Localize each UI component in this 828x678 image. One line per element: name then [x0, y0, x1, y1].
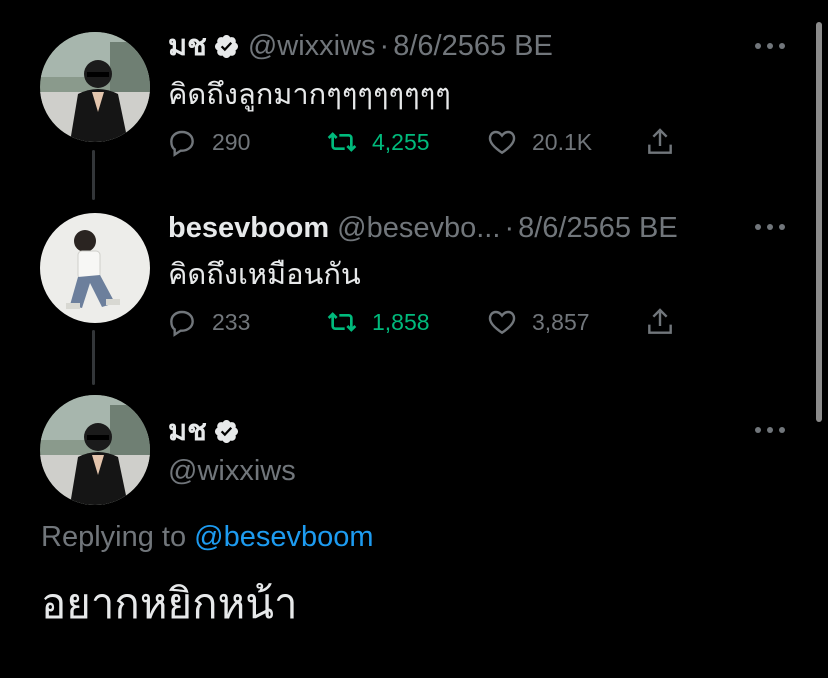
more-icon[interactable] — [753, 425, 787, 435]
avatar[interactable] — [40, 213, 150, 323]
replying-mention-link[interactable]: @besevboom — [194, 521, 373, 553]
handle[interactable]: @wixxiws — [168, 453, 296, 489]
avatar[interactable] — [40, 395, 150, 505]
reply-icon — [170, 130, 194, 157]
handle[interactable]: @besevbo... — [337, 210, 500, 246]
tweet-header: มช @wixxiws · 8/6/2565 BE — [168, 28, 553, 64]
retweet-count: 4,255 — [372, 128, 430, 155]
like-button[interactable]: 3,857 — [486, 306, 590, 338]
avatar[interactable] — [40, 32, 150, 142]
share-icon — [648, 308, 672, 334]
like-icon — [488, 310, 516, 335]
focused-tweet-text: อยากหยิกหน้า — [41, 580, 298, 627]
retweet-count: 1,858 — [372, 308, 430, 335]
reply-count: 290 — [212, 128, 251, 155]
more-icon[interactable] — [753, 41, 787, 51]
share-button[interactable] — [644, 126, 676, 158]
thread-line — [92, 150, 95, 200]
thread-line — [92, 330, 95, 385]
reply-icon — [170, 310, 194, 337]
tweet-actions: 233 1,858 3,857 — [166, 306, 686, 346]
display-name[interactable]: มช — [168, 413, 207, 449]
reply-button[interactable]: 290 — [166, 126, 250, 158]
more-icon[interactable] — [753, 222, 787, 232]
like-count: 3,857 — [532, 308, 590, 335]
display-name[interactable]: มช — [168, 28, 207, 64]
reply-count: 233 — [212, 308, 251, 335]
replying-to: Replying to @besevboom — [41, 521, 374, 554]
share-button[interactable] — [644, 306, 676, 338]
tweet-text: คิดถึงเหมือนกัน — [168, 259, 361, 291]
timestamp[interactable]: 8/6/2565 BE — [393, 28, 553, 64]
focused-tweet-handle-row: @wixxiws — [168, 453, 296, 489]
retweet-button[interactable]: 4,255 — [326, 126, 430, 158]
retweet-icon — [327, 132, 357, 152]
separator: · — [504, 212, 515, 244]
reply-button[interactable]: 233 — [166, 306, 250, 338]
like-count: 20.1K — [532, 128, 593, 155]
display-name[interactable]: besevboom — [168, 210, 329, 246]
share-icon — [648, 128, 672, 154]
scrollbar[interactable] — [816, 22, 822, 422]
tweet-actions: 290 4,255 20.1K — [166, 126, 686, 166]
separator: · — [379, 30, 390, 62]
retweet-icon — [327, 312, 357, 332]
replying-prefix: Replying to — [41, 521, 187, 553]
tweet-header: besevboom @besevbo... · 8/6/2565 BE — [168, 210, 678, 246]
focused-tweet-name-row: มช — [168, 413, 240, 449]
tweet-text: คิดถึงลูกมากๆๆๆๆๆๆๆๆ — [168, 79, 451, 111]
verified-badge-icon — [214, 419, 238, 443]
retweet-button[interactable]: 1,858 — [326, 306, 430, 338]
like-icon — [488, 130, 516, 155]
verified-badge-icon — [214, 34, 238, 58]
tweet-thread: มช @wixxiws · 8/6/2565 BE คิดถึงลูกมากๆๆ… — [0, 0, 828, 678]
timestamp[interactable]: 8/6/2565 BE — [518, 210, 678, 246]
handle[interactable]: @wixxiws — [248, 28, 376, 64]
like-button[interactable]: 20.1K — [486, 126, 592, 158]
